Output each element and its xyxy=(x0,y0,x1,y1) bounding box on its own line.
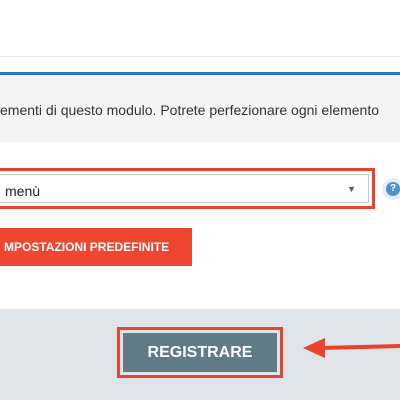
question-mark-glyph: ? xyxy=(386,182,400,196)
help-icon[interactable]: ? xyxy=(382,178,400,200)
caret-down-icon: ▼ xyxy=(347,184,356,194)
menu-select[interactable]: menù ▼ xyxy=(0,174,369,203)
top-area xyxy=(0,0,400,57)
info-box: ementi di questo modulo. Potrete perfezi… xyxy=(0,72,400,142)
page: ementi di questo modulo. Potrete perfezi… xyxy=(0,0,400,400)
register-button[interactable]: REGISTRARE xyxy=(123,333,277,372)
menu-select-value: menù xyxy=(5,183,41,199)
info-text: ementi di questo modulo. Potrete perfezi… xyxy=(0,102,380,118)
arrow-left-icon xyxy=(303,338,400,358)
select-highlight: menù ▼ xyxy=(0,168,375,209)
restore-defaults-button[interactable]: MPOSTAZIONI PREDEFINITE xyxy=(0,228,192,266)
